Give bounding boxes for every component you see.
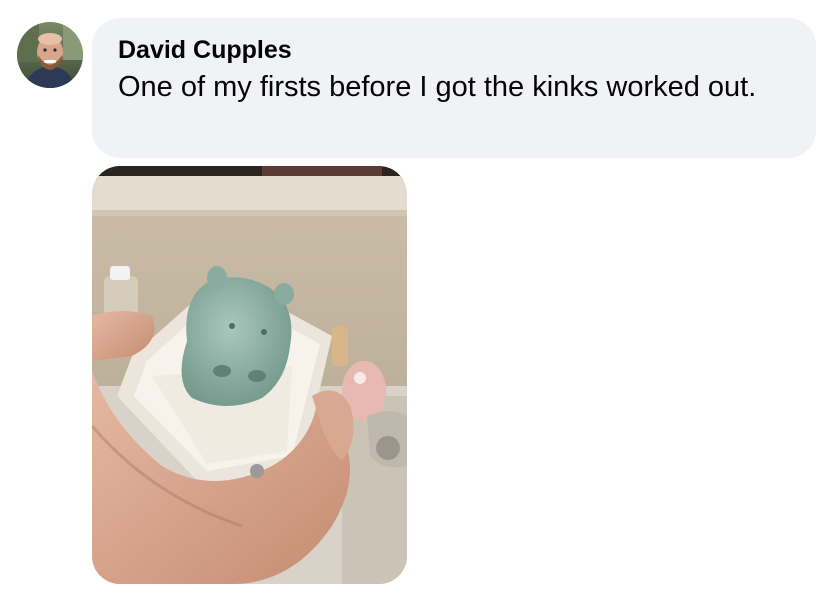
photo-icon bbox=[92, 166, 407, 584]
comment-photo[interactable] bbox=[92, 166, 407, 584]
comment-text: One of my firsts before I got the kinks … bbox=[118, 71, 757, 103]
comment-thread: David Cupples One of my firsts before I … bbox=[0, 0, 826, 598]
comment-author-name[interactable]: David Cupples bbox=[118, 35, 292, 65]
comment-bubble: David Cupples One of my firsts before I … bbox=[92, 18, 816, 158]
avatar[interactable] bbox=[17, 22, 83, 88]
avatar-icon bbox=[17, 22, 83, 88]
